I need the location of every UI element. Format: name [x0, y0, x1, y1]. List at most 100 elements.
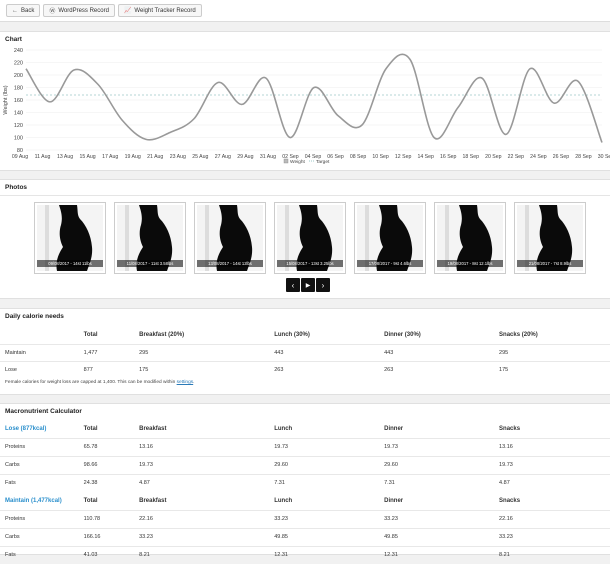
progress-photo[interactable]: 09/08/2017 - 14st 11lbs: [34, 202, 106, 274]
table-cell: 29.60: [384, 455, 500, 474]
photo-caption: 09/08/2017 - 14st 11lbs: [37, 260, 103, 267]
x-tick-label: 14 Sep: [417, 154, 434, 160]
table-header-cell: Snacks (20%): [499, 332, 538, 339]
x-tick-label: 25 Aug: [192, 154, 208, 160]
table-cell: 49.85: [384, 527, 500, 546]
table-cell: 19.73: [139, 455, 275, 474]
table-cell: 175: [499, 360, 610, 378]
photo-image: 15/08/2017 - 13st 3.25lbs: [277, 205, 343, 271]
table-cell: 33.23: [274, 509, 385, 528]
table-header-row: Total Breakfast (20%) Lunch (30%) Dinner (3…: [0, 327, 610, 344]
photo-caption: 11/08/2017 - 11st 3.58lbs: [117, 260, 183, 267]
table-cell: 12.31: [274, 545, 385, 564]
table-header-cell: Lunch (30%): [274, 332, 310, 339]
photo-caption: 15/08/2017 - 13st 3.25lbs: [277, 260, 343, 267]
table-cell: Proteins: [0, 509, 84, 528]
back-button[interactable]: ← Back: [6, 4, 41, 17]
x-tick-label: 29 Aug: [237, 154, 253, 160]
x-tick-label: 21 Aug: [147, 154, 163, 160]
table-row: Fats 24.38 4.87 7.31 7.31 4.87: [0, 473, 610, 492]
photo-image: 19/08/2017 - 8st 12.1lbs: [437, 205, 503, 271]
gallery-controls: ‹ ▶ ›: [286, 278, 330, 292]
table-cell: Carbs: [0, 527, 84, 546]
play-icon[interactable]: ▶: [301, 278, 315, 292]
photo-image: 17/08/2017 - 9st 4.6lbs: [357, 205, 423, 271]
table-cell: 110.78: [83, 509, 140, 528]
table-cell: 13.16: [499, 437, 610, 456]
table-header-cell[interactable]: Lose (877kcal): [0, 420, 84, 438]
next-icon[interactable]: ›: [316, 278, 330, 292]
table-header-cell: Breakfast (20%): [139, 332, 185, 339]
table-cell: 13.16: [139, 437, 275, 456]
back-arrow-icon: ←: [12, 7, 18, 14]
calorie-section-title: Daily calorie needs: [5, 313, 64, 320]
photo-image: 09/08/2017 - 14st 11lbs: [37, 205, 103, 271]
table-header-cell: Lunch: [274, 497, 293, 504]
photo-image: 21/08/2017 - 7st 8.9lbs: [517, 205, 583, 271]
macro-section-title: Macronutrient Calculator: [5, 408, 82, 415]
legend-weight-label: Weight: [290, 159, 306, 165]
table-cell: 7.31: [384, 473, 500, 492]
table-row: Carbs 166.16 33.23 49.85 49.85 33.23: [0, 527, 610, 546]
progress-photo[interactable]: 21/08/2017 - 7st 8.9lbs: [514, 202, 586, 274]
progress-photo[interactable]: 19/08/2017 - 8st 12.1lbs: [434, 202, 506, 274]
table-cell: 24.38: [83, 473, 140, 492]
y-tick-label: 80: [17, 148, 23, 154]
photo-caption: 13/08/2017 - 14st 12lbs: [197, 260, 263, 267]
table-cell: 29.60: [274, 455, 385, 474]
table-cell: 49.85: [274, 527, 385, 546]
weight-tracker-record-label: Weight Tracker Record: [134, 7, 196, 14]
table-cell: 4.87: [139, 473, 275, 492]
weight-tracker-record-button[interactable]: 📈 Weight Tracker Record: [117, 4, 202, 17]
table-cell: 98.66: [83, 455, 140, 474]
table-header-cell: Total: [83, 497, 98, 504]
photo-caption: 19/08/2017 - 8st 12.1lbs: [437, 260, 503, 267]
table-cell: 443: [274, 343, 385, 361]
table-cell: 877: [83, 360, 140, 378]
table-cell: 4.87: [499, 473, 610, 492]
x-tick-label: 10 Sep: [372, 154, 389, 160]
y-tick-label: 160: [14, 98, 23, 104]
table-cell: 263: [274, 360, 385, 378]
table-cell: 166.16: [83, 527, 140, 546]
table-header-cell: Breakfast: [139, 425, 167, 432]
progress-photo[interactable]: 13/08/2017 - 14st 12lbs: [194, 202, 266, 274]
photo-caption: 21/08/2017 - 7st 8.9lbs: [517, 260, 583, 267]
table-cell: 22.16: [139, 509, 275, 528]
x-tick-label: 12 Sep: [395, 154, 412, 160]
x-tick-label: 08 Sep: [350, 154, 367, 160]
table-header-cell: Snacks: [499, 425, 521, 432]
table-header-row: Maintain (1,477kcal) Total Breakfast Lunch D…: [0, 492, 610, 510]
y-tick-label: 140: [14, 110, 23, 116]
table-cell: 65.78: [83, 437, 140, 456]
table-header-cell: [0, 327, 84, 344]
table-cell: 19.73: [274, 437, 385, 456]
previous-icon[interactable]: ‹: [286, 278, 300, 292]
table-header-cell: Dinner (30%): [384, 332, 421, 339]
table-cell: 295: [139, 343, 275, 361]
x-tick-label: 22 Sep: [508, 154, 525, 160]
table-cell: 19.73: [384, 437, 500, 456]
photo-image: 13/08/2017 - 14st 12lbs: [197, 205, 263, 271]
progress-photo[interactable]: 17/08/2017 - 9st 4.6lbs: [354, 202, 426, 274]
progress-photo[interactable]: 15/08/2017 - 13st 3.25lbs: [274, 202, 346, 274]
wordpress-record-button[interactable]: Ⓦ WordPress Record: [43, 4, 115, 17]
table-header-cell: Dinner: [384, 425, 404, 432]
table-cell: 8.21: [139, 545, 275, 564]
x-tick-label: 11 Aug: [35, 154, 51, 160]
table-cell: 33.23: [139, 527, 275, 546]
macro-table: Lose (877kcal) Total Breakfast Lunch Dinner S…: [0, 420, 610, 564]
table-cell: 19.73: [499, 455, 610, 474]
photos-section-title: Photos: [5, 184, 28, 191]
table-cell: 295: [499, 343, 610, 361]
progress-photo[interactable]: 11/08/2017 - 11st 3.58lbs: [114, 202, 186, 274]
table-header-cell: Total: [83, 332, 98, 339]
table-row: Proteins 110.78 22.16 33.23 33.23 22.16: [0, 509, 610, 528]
table-header-cell[interactable]: Maintain (1,477kcal): [0, 492, 84, 510]
table-row: Fats 41.03 8.21 12.31 12.31 8.21: [0, 545, 610, 564]
y-axis-label: Weight (lbs): [3, 85, 9, 114]
chart-section: Chart 80 100 120 140 160 180 200 220 240 Weight (…: [0, 31, 610, 171]
settings-link[interactable]: settings: [177, 380, 194, 385]
table-cell: 33.23: [384, 509, 500, 528]
table-row: Lose 877 175 263 263 175: [0, 360, 610, 378]
